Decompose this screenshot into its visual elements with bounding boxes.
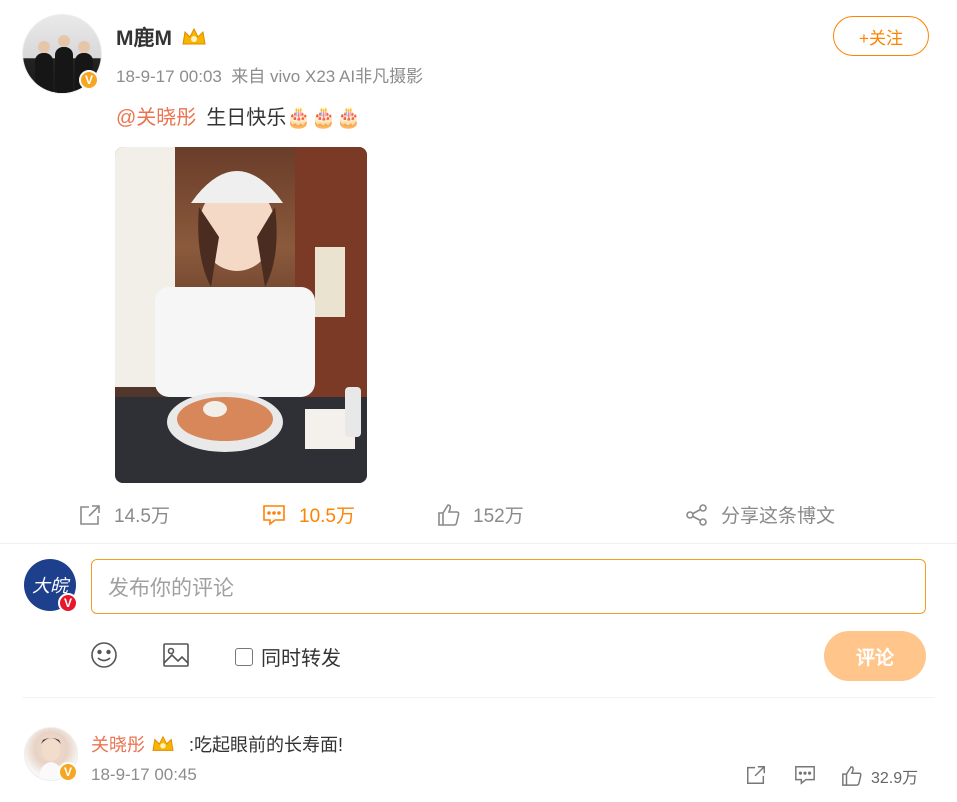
comment-count: 10.5万 bbox=[299, 506, 355, 527]
crown-badge-icon bbox=[152, 735, 174, 751]
emoji-button[interactable] bbox=[89, 640, 119, 675]
mention-link[interactable]: @关晓彤 bbox=[116, 107, 196, 129]
verified-badge-icon: V bbox=[58, 762, 78, 782]
divider bbox=[22, 697, 935, 698]
like-count: 152万 bbox=[473, 506, 524, 527]
comment-text: :吃起眼前的长寿面! bbox=[189, 735, 344, 755]
repost-count: 14.5万 bbox=[114, 506, 170, 527]
share-label: 分享这条博文 bbox=[721, 506, 836, 527]
repost-icon bbox=[747, 766, 765, 784]
post-image[interactable] bbox=[115, 147, 367, 483]
repost-button[interactable]: 14.5万 bbox=[78, 501, 170, 528]
checkbox-box[interactable] bbox=[235, 647, 253, 666]
repost-icon bbox=[80, 504, 100, 525]
post-body-text: 生日快乐🎂🎂🎂 bbox=[206, 107, 362, 129]
comment-time: 18-9-17 00:45 bbox=[91, 765, 197, 784]
comment-icon bbox=[795, 766, 815, 785]
commenter-name-text: 关晓彤 bbox=[91, 735, 145, 755]
post-author-name-text: M鹿M bbox=[116, 27, 172, 50]
comment-reply-button[interactable] bbox=[793, 764, 817, 786]
comment-like-count: 32.9万 bbox=[871, 770, 919, 787]
submit-comment-button[interactable]: 评论 bbox=[824, 631, 926, 681]
post-author-name[interactable]: M鹿M bbox=[116, 22, 208, 52]
post-actions: 14.5万 10.5万 152万 分享这条博文 bbox=[0, 497, 957, 533]
repost-checkbox-label: 同时转发 bbox=[261, 648, 341, 670]
follow-button[interactable]: +关注 bbox=[833, 16, 929, 56]
smiley-icon bbox=[91, 642, 117, 668]
comment-button[interactable]: 10.5万 bbox=[261, 501, 355, 528]
comment-like-button[interactable]: 32.9万 bbox=[841, 764, 918, 788]
thumbs-up-icon bbox=[842, 766, 862, 786]
post-meta: 18-9-17 00:03 来自 vivo X23 AI非凡摄影 bbox=[116, 67, 424, 86]
commenter-name[interactable]: 关晓彤 bbox=[91, 731, 176, 757]
verified-badge-icon: V bbox=[58, 593, 78, 613]
divider bbox=[0, 543, 957, 544]
thumbs-up-icon bbox=[438, 503, 460, 526]
repost-checkbox[interactable]: 同时转发 bbox=[235, 642, 341, 671]
comment-icon bbox=[263, 504, 285, 526]
post-text: @关晓彤 生日快乐🎂🎂🎂 bbox=[116, 101, 361, 130]
like-button[interactable]: 152万 bbox=[437, 501, 524, 528]
image-upload-button[interactable] bbox=[161, 640, 191, 675]
comment-input[interactable]: 发布你的评论 bbox=[91, 559, 926, 614]
share-button[interactable]: 分享这条博文 bbox=[685, 501, 835, 528]
verified-badge-icon: V bbox=[79, 70, 99, 90]
crown-badge-icon bbox=[178, 26, 208, 51]
share-icon bbox=[686, 503, 707, 526]
image-icon bbox=[163, 643, 189, 667]
comment-repost-button[interactable] bbox=[745, 764, 767, 786]
